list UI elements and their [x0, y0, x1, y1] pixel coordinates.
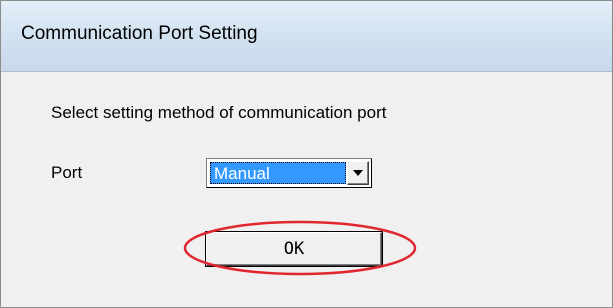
port-select-value: Manual	[210, 162, 346, 184]
communication-port-dialog: Communication Port Setting Select settin…	[0, 0, 613, 308]
instruction-text: Select setting method of communication p…	[51, 103, 387, 122]
dialog-body: Select setting method of communication p…	[1, 72, 612, 307]
title-bar: Communication Port Setting	[1, 1, 612, 72]
port-label: Port	[51, 163, 83, 182]
port-select-dropdown-button[interactable]	[347, 161, 369, 185]
ok-button[interactable]: OK	[206, 232, 382, 266]
chevron-down-icon	[353, 170, 363, 176]
window-title: Communication Port Setting	[21, 23, 258, 44]
port-select[interactable]: Manual	[206, 158, 372, 188]
